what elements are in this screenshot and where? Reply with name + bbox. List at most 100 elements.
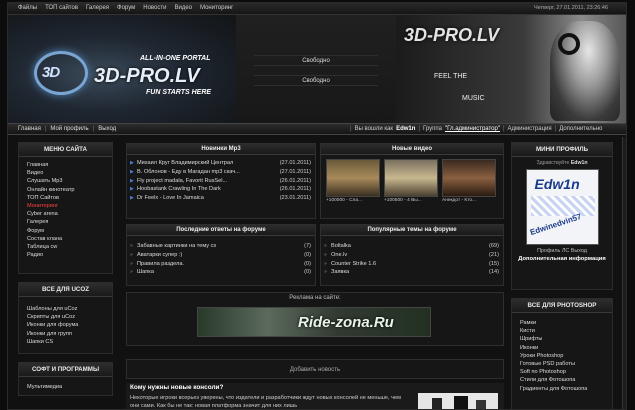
ad-banner[interactable]: Ride-zona.Ru (197, 307, 431, 337)
forum-answer-item[interactable]: » Шапка (0) (127, 268, 315, 277)
thread-arrow-icon: » (130, 269, 133, 276)
thread-arrow-icon: » (324, 243, 327, 249)
forum-answer-item[interactable]: » Забавные картинки на тему cs (7) (127, 242, 315, 251)
top-nav-files[interactable]: Файлы (18, 5, 37, 11)
ucoz-item-group-icons[interactable]: Иконки для групп (27, 330, 104, 338)
nav-my-profile[interactable]: Мой профиль (50, 126, 88, 132)
mp3-box: Новинки Mp3 ▶ Михаил Круг Владимирский Це… (126, 143, 316, 219)
ps-item-icons[interactable]: Иконки (520, 344, 604, 352)
mp3-item[interactable]: ▶ Dr Feelx - Love In Jamaica (23.01.2011) (127, 194, 315, 203)
ps-item-gradients[interactable]: Градиенты для Фотошопа (520, 385, 604, 393)
top-nav-top-sites[interactable]: ТОП сайтов (45, 5, 78, 11)
ps-item-brushes[interactable]: Кисти (520, 327, 604, 335)
video-caption[interactable]: Анекдот - Кто... (442, 198, 496, 203)
top-nav-monitoring[interactable]: Мониторинг (200, 5, 233, 11)
top-bar: Файлы ТОП сайтов Галерея Форум Новости В… (8, 3, 626, 15)
menu-item-forum[interactable]: Форум (27, 227, 104, 235)
ps-item-frames[interactable]: Рамки (520, 319, 604, 327)
soft-item-multimedia[interactable]: Мультимедиа (27, 383, 104, 391)
video-caption[interactable]: +100000 - Сла... (326, 198, 380, 203)
news-title[interactable]: Кому нужны новые консоли? (126, 383, 223, 393)
ps-item-lessons[interactable]: Уроки Photoshop (520, 352, 604, 360)
video-thumbnail[interactable] (442, 159, 496, 197)
ucoz-box: ВСЕ ДЛЯ UCOZ Шаблоны для uCoz Скрипты дл… (18, 282, 113, 354)
ad-title: Реклама на сайте: (289, 295, 341, 301)
ps-item-psd[interactable]: Готовые PSD работы (520, 360, 604, 368)
video-caption[interactable]: +100500 - 4 Вы... (384, 198, 438, 203)
ucoz-item-scripts[interactable]: Скрипты для uCoz (27, 313, 104, 321)
header-banner: 3D-PRO.LV FEEL THE MUSIC (396, 15, 626, 123)
forum-answer-item[interactable]: » Правила раздела. (0) (127, 260, 315, 269)
forum-popular-box: Популярные темы на форуме » Boltalka (69) … (320, 224, 504, 286)
ps-item-fonts[interactable]: Шрифты (520, 335, 604, 343)
menu-item-video[interactable]: Видео (27, 169, 104, 177)
ps-item-styles[interactable]: Стили для Фотошопа (520, 376, 604, 384)
popular-topic-item[interactable]: » One.lv (21) (321, 251, 503, 260)
extra-info-link[interactable]: Дополнительная информация (512, 256, 612, 263)
menu-item-cyber-arena[interactable]: Cyber arena (27, 210, 104, 218)
menu-item-cw-table[interactable]: Таблица cw (27, 243, 104, 251)
ucoz-item-cs-headers[interactable]: Шапки CS (27, 338, 104, 346)
consoles-image (418, 393, 498, 409)
menu-item-gallery[interactable]: Галерея (27, 218, 104, 226)
add-news-button[interactable]: Добавить новость (126, 359, 504, 379)
ucoz-item-templates[interactable]: Шаблоны для uCoz (27, 305, 104, 313)
menu-item-mp3[interactable]: Слушать Mp3 (27, 177, 104, 185)
popular-topic-item[interactable]: » Заявка (14) (321, 268, 503, 277)
menu-item-cinema[interactable]: Онлайн кинотеатр (27, 186, 104, 194)
photoshop-box: ВСЕ ДЛЯ PHOTOSHOP Рамки Кисти Шрифты Ико… (511, 298, 613, 409)
menu-item-home[interactable]: Главная (27, 161, 104, 169)
avatar[interactable]: Edw1n Edwinedvin57 (525, 169, 599, 245)
top-nav-news[interactable]: Новости (143, 5, 166, 11)
forum-answer-item[interactable]: » Аватарки супер :) (0) (127, 251, 315, 260)
thread-arrow-icon: » (324, 251, 327, 258)
mini-profile-title: МИНИ ПРОФИЛЬ (512, 143, 612, 157)
video-thumbnail[interactable] (384, 159, 438, 197)
site-menu-box: МЕНЮ САЙТА Главная Видео Слушать Mp3 Онл… (18, 142, 113, 274)
mp3-item[interactable]: ▶ Fly project madala, Favorit RusSel... (2… (127, 177, 315, 186)
messages-link[interactable]: ЛС (562, 248, 569, 254)
popular-topic-item[interactable]: » Counter Strike 1.6 (15) (321, 260, 503, 269)
nav-more[interactable]: Дополнительно (559, 126, 602, 132)
top-nav-forum[interactable]: Форум (117, 5, 135, 11)
menu-item-radio[interactable]: Радио (27, 251, 104, 259)
profile-username[interactable]: Edw1n (571, 160, 588, 166)
top-nav-gallery[interactable]: Галерея (86, 5, 109, 11)
top-nav: Файлы ТОП сайтов Галерея Форум Новости В… (18, 5, 233, 11)
menu-item-clan[interactable]: Состав клана (27, 235, 104, 243)
nav-administration[interactable]: Администрация (508, 126, 552, 132)
mp3-item[interactable]: ▶ Михаил Круг Владимирский Централ (27.01.… (127, 159, 315, 168)
menu-item-top-sites[interactable]: ТОП Сайтов (27, 194, 104, 202)
video-thumbnail[interactable] (326, 159, 380, 197)
popular-topic-item[interactable]: » Boltalka (69) (321, 242, 503, 251)
mp3-item[interactable]: ▶ В. Облонов - Еду в Магадан mp3 скач...(… (127, 168, 315, 177)
profile-greeting: Здравствуйте Edw1n (536, 160, 588, 166)
play-icon: ▶ (130, 160, 134, 166)
play-icon: ▶ (130, 186, 134, 193)
site-logo: 3D-PRO.LV (94, 65, 200, 87)
menu-item-monitoring[interactable]: Мониторинг (27, 202, 104, 210)
group-link[interactable]: "Гл.администратор" (445, 126, 500, 132)
profile-link[interactable]: Профиль (537, 248, 560, 254)
free-ad-slot-2[interactable]: Свободно (254, 75, 378, 86)
play-icon: ▶ (130, 168, 134, 175)
nav-logout[interactable]: Выход (98, 126, 116, 132)
top-nav-video[interactable]: Видео (175, 5, 193, 11)
ucoz-item-forum-icons[interactable]: Иконки для форума (27, 321, 104, 329)
photoshop-title: ВСЕ ДЛЯ PHOTOSHOP (512, 299, 612, 313)
header-logo-area[interactable]: 3D ALL-IN-ONE PORTAL 3D-PRO.LV FUN START… (8, 15, 236, 123)
free-ad-slot-1[interactable]: Свободно (254, 55, 378, 66)
mp3-item[interactable]: ▶ Hoobastank Crawling In The Dark (26.01.2… (127, 185, 315, 194)
logo-tagline-bottom: FUN STARTS HERE (146, 89, 212, 96)
mini-profile-box: МИНИ ПРОФИЛЬ Здравствуйте Edw1n Edw1n Ed… (511, 142, 613, 290)
ps-item-soft[interactable]: Soft по Photoshop (520, 368, 604, 376)
logout-link[interactable]: Выход (571, 248, 587, 254)
site-menu-title: МЕНЮ САЙТА (19, 143, 112, 157)
video-title: Новые видео (321, 144, 503, 155)
nav-home[interactable]: Главная (18, 126, 41, 132)
current-user-link[interactable]: Edw1n (396, 126, 415, 132)
page-scrollbar[interactable] (622, 137, 626, 409)
ad-box: Реклама на сайте: Ride-zona.Ru (126, 292, 504, 346)
headphones-icon (558, 33, 580, 55)
thread-arrow-icon: » (130, 243, 133, 249)
